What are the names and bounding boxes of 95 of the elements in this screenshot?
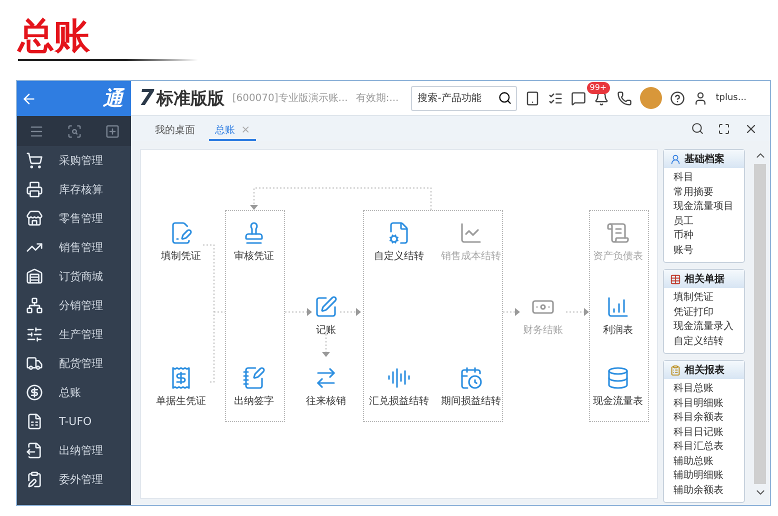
- flow-node[interactable]: 汇兑损益结转: [369, 366, 429, 408]
- panel-link[interactable]: 凭证打印: [664, 306, 744, 320]
- sidebar-item[interactable]: 出纳管理: [17, 436, 131, 465]
- sidebar-item[interactable]: 总账: [17, 378, 131, 407]
- panel-link[interactable]: 辅助余额表: [664, 484, 744, 498]
- flow-connector: [566, 308, 589, 316]
- panel-title: 相关报表: [684, 364, 724, 377]
- file-icon: [26, 413, 43, 430]
- flow-connector: [340, 308, 361, 316]
- panel-title: 基础档案: [684, 152, 724, 166]
- logo-mark: 7: [139, 86, 154, 110]
- notification-badge: 99+: [586, 82, 610, 94]
- flow-connector: [284, 308, 312, 316]
- help-icon[interactable]: [670, 90, 685, 106]
- sidebar-item[interactable]: 零售管理: [17, 204, 131, 233]
- panel-link[interactable]: 填制凭证: [664, 291, 744, 306]
- scroll-icon: [606, 221, 630, 245]
- sidebar-item[interactable]: 分销管理: [17, 291, 131, 320]
- stamp-icon: [242, 221, 266, 245]
- search-icon[interactable]: [691, 122, 704, 135]
- store-icon: [26, 210, 43, 227]
- panel-link[interactable]: 账号: [664, 244, 744, 258]
- user-name[interactable]: tplus...: [716, 93, 746, 103]
- flow-node[interactable]: 单据生凭证: [156, 366, 206, 408]
- sidebar-item[interactable]: 委外管理: [17, 465, 131, 494]
- truck-icon: [26, 355, 43, 372]
- flow-node[interactable]: 利润表: [603, 295, 633, 337]
- panel-link[interactable]: 科目日记账: [664, 426, 744, 440]
- panel-link[interactable]: 辅助总账: [664, 454, 744, 469]
- notebook-icon: [242, 366, 266, 390]
- panel-link[interactable]: 现金流量项目: [664, 200, 744, 214]
- calendar-clock-icon: [459, 366, 483, 390]
- panel-link[interactable]: 辅助明细账: [664, 469, 744, 484]
- document-gear-icon: [387, 221, 411, 245]
- edit-icon: [314, 295, 338, 319]
- money-icon: [26, 384, 43, 401]
- add-icon[interactable]: [104, 124, 120, 138]
- flow-node[interactable]: 往来核销: [306, 366, 346, 408]
- bar-chart-icon: [606, 295, 630, 319]
- search-field[interactable]: 搜索-产品功能: [410, 86, 517, 110]
- sidebar-item[interactable]: 库存核算: [17, 175, 131, 204]
- line-chart-icon: [459, 221, 483, 245]
- sidebar-item[interactable]: T-UFO: [17, 407, 131, 436]
- panel-link[interactable]: 科目余额表: [664, 411, 744, 426]
- sidebar-item[interactable]: 配货管理: [17, 349, 131, 378]
- message-icon[interactable]: [570, 90, 586, 106]
- tablet-icon[interactable]: [524, 90, 540, 106]
- flow-node[interactable]: 自定义结转: [374, 221, 424, 263]
- network-icon: [26, 297, 43, 314]
- phone-icon[interactable]: [616, 90, 632, 106]
- cart-icon: [26, 152, 43, 169]
- account-name: [600070]专业版演示账...: [232, 92, 348, 105]
- search-icon[interactable]: [498, 90, 512, 104]
- logo: 通: [103, 85, 123, 112]
- validity-text: 有效期:...: [356, 92, 399, 105]
- flow-connector: [502, 308, 520, 316]
- panel-link[interactable]: 常用摘要: [664, 186, 744, 200]
- flow-node[interactable]: 现金流量表: [593, 366, 643, 408]
- clipboard-icon: [26, 471, 43, 488]
- sidebar-item[interactable]: 生产管理: [17, 320, 131, 349]
- wave-icon: [387, 366, 411, 390]
- page-title: 总账: [18, 14, 91, 58]
- user-icon: [670, 154, 680, 164]
- panel-link[interactable]: 现金流量录入: [664, 320, 744, 334]
- report-icon: [670, 364, 680, 376]
- printer-icon: [26, 181, 43, 198]
- document-pen-icon: [169, 221, 193, 245]
- menu-icon[interactable]: [28, 124, 44, 138]
- sidebar-item[interactable]: 采购管理: [17, 146, 131, 175]
- flow-connector: [322, 334, 330, 357]
- checklist-icon[interactable]: [548, 90, 563, 106]
- panel-link[interactable]: 科目明细账: [664, 396, 744, 411]
- user-icon[interactable]: [692, 90, 708, 106]
- panel-link[interactable]: 科目总账: [664, 382, 744, 396]
- panel-link[interactable]: 币种: [664, 229, 744, 244]
- export-icon: [26, 442, 43, 459]
- panel-link[interactable]: 科目: [664, 171, 744, 186]
- table-icon: [670, 274, 680, 284]
- panel-link[interactable]: 科目汇总表: [664, 440, 744, 454]
- panel-link[interactable]: 员工: [664, 214, 744, 229]
- flow-node[interactable]: 出纳签字: [234, 366, 274, 408]
- panel-link[interactable]: 自定义结转: [664, 334, 744, 349]
- flow-node[interactable]: 期间损益结转: [441, 366, 501, 408]
- scroll-thumb[interactable]: [754, 164, 766, 484]
- tab[interactable]: 我的桌面: [149, 120, 201, 141]
- fullscreen-icon[interactable]: [718, 122, 730, 134]
- sliders-icon: [26, 326, 43, 343]
- sidebar-item[interactable]: 订货商城: [17, 262, 131, 291]
- flow-node[interactable]: 填制凭证: [161, 221, 201, 263]
- product-name: 标准版版: [156, 88, 224, 110]
- receipt-icon: [169, 366, 193, 390]
- flow-node[interactable]: 审核凭证: [234, 221, 274, 263]
- flow-node[interactable]: 记账: [314, 295, 338, 337]
- sidebar-item[interactable]: 销售管理: [17, 233, 131, 262]
- panel-title: 相关单据: [684, 272, 724, 286]
